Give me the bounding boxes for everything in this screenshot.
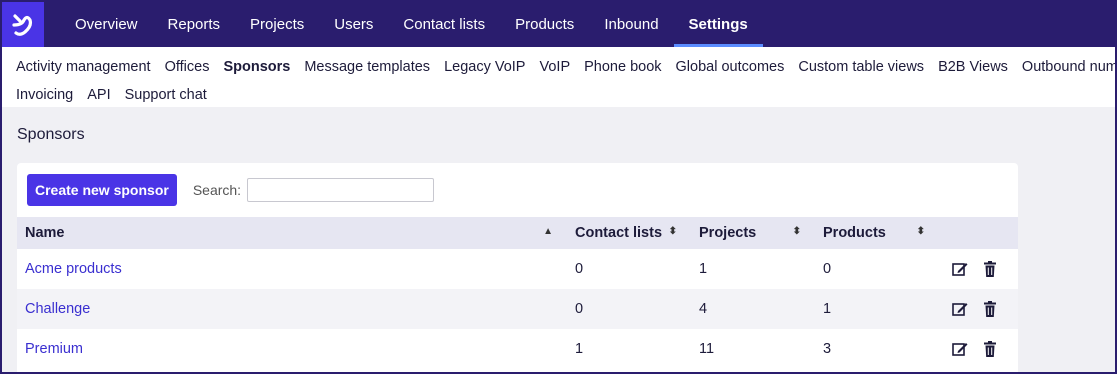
- subnav-support-chat[interactable]: Support chat: [125, 87, 207, 103]
- table-row: Challenge 0 4 1: [17, 289, 1018, 329]
- sponsor-name-link[interactable]: Premium: [25, 341, 83, 357]
- row-actions: [939, 289, 1018, 329]
- table-row: Acme products 0 1 0: [17, 249, 1018, 289]
- edit-icon[interactable]: [951, 300, 969, 318]
- subnav-outbound-numbers[interactable]: Outbound numbers: [1022, 59, 1115, 75]
- products-cell: 0: [823, 261, 832, 277]
- sponsor-name-link[interactable]: Challenge: [25, 301, 90, 317]
- sponsors-table: Name ▲ Contact lists ⬍ Projects ⬍ Produc…: [17, 217, 1018, 369]
- row-actions: [939, 249, 1018, 289]
- column-header-projects-label: Projects: [699, 225, 757, 241]
- column-header-products-label: Products: [823, 225, 886, 241]
- topnav-projects[interactable]: Projects: [235, 2, 319, 47]
- sort-asc-icon: ▲: [543, 226, 553, 237]
- topnav-users[interactable]: Users: [319, 2, 388, 47]
- app-window: Overview Reports Projects Users Contact …: [2, 2, 1115, 372]
- column-header-name-label: Name: [25, 225, 65, 241]
- trash-icon[interactable]: [981, 300, 999, 318]
- sort-icon: ⬍: [916, 226, 925, 237]
- subnav-api[interactable]: API: [87, 87, 110, 103]
- projects-cell: 1: [699, 261, 708, 277]
- contact-lists-cell: 0: [575, 261, 584, 277]
- trash-icon[interactable]: [981, 260, 999, 278]
- app-logo-icon[interactable]: [2, 2, 44, 47]
- contact-lists-cell: 0: [575, 301, 584, 317]
- subnav-invoicing[interactable]: Invoicing: [16, 87, 73, 103]
- subnav-voip[interactable]: VoIP: [539, 59, 570, 75]
- column-header-name[interactable]: Name ▲: [17, 217, 567, 249]
- table-row: Premium 1 11 3: [17, 329, 1018, 369]
- topnav-inbound[interactable]: Inbound: [589, 2, 673, 47]
- edit-icon[interactable]: [951, 260, 969, 278]
- sort-icon: ⬍: [792, 226, 801, 237]
- column-header-products[interactable]: Products ⬍: [815, 217, 939, 249]
- row-actions: [939, 329, 1018, 369]
- projects-cell: 4: [699, 301, 708, 317]
- subnav-global-outcomes[interactable]: Global outcomes: [676, 59, 785, 75]
- subnav-offices[interactable]: Offices: [165, 59, 210, 75]
- subnav-message-templates[interactable]: Message templates: [304, 59, 430, 75]
- trash-icon[interactable]: [981, 340, 999, 358]
- sponsors-card: Create new sponsor Search: Name ▲ Contac…: [17, 163, 1018, 372]
- settings-subnav: Activity management Offices Sponsors Mes…: [2, 47, 1115, 107]
- sort-icon: ⬍: [668, 226, 677, 237]
- subnav-activity-management[interactable]: Activity management: [16, 59, 151, 75]
- subnav-phone-book[interactable]: Phone book: [584, 59, 661, 75]
- contact-lists-cell: 1: [575, 341, 584, 357]
- search-input[interactable]: [247, 178, 435, 202]
- products-cell: 1: [823, 301, 832, 317]
- subnav-legacy-voip[interactable]: Legacy VoIP: [444, 59, 525, 75]
- subnav-b2b-views[interactable]: B2B Views: [938, 59, 1008, 75]
- column-header-projects[interactable]: Projects ⬍: [691, 217, 815, 249]
- topnav-overview[interactable]: Overview: [60, 2, 153, 47]
- top-navbar: Overview Reports Projects Users Contact …: [2, 2, 1115, 47]
- topnav-contact-lists[interactable]: Contact lists: [388, 2, 500, 47]
- table-header-row: Name ▲ Contact lists ⬍ Projects ⬍ Produc…: [17, 217, 1018, 249]
- sponsor-name-link[interactable]: Acme products: [25, 261, 122, 277]
- subnav-sponsors[interactable]: Sponsors: [223, 59, 290, 75]
- edit-icon[interactable]: [951, 340, 969, 358]
- create-sponsor-button[interactable]: Create new sponsor: [27, 174, 177, 206]
- column-header-actions: [939, 217, 1018, 249]
- projects-cell: 11: [699, 341, 715, 357]
- subnav-custom-table-views[interactable]: Custom table views: [798, 59, 924, 75]
- top-nav: Overview Reports Projects Users Contact …: [60, 2, 763, 47]
- search-label: Search:: [192, 182, 242, 198]
- page-title: Sponsors: [17, 126, 85, 143]
- topnav-settings[interactable]: Settings: [673, 2, 763, 47]
- topnav-products[interactable]: Products: [500, 2, 589, 47]
- table-toolbar: Create new sponsor Search:: [17, 163, 1018, 217]
- products-cell: 3: [823, 341, 832, 357]
- column-header-contact-lists-label: Contact lists: [575, 225, 663, 241]
- column-header-contact-lists[interactable]: Contact lists ⬍: [567, 217, 691, 249]
- topnav-reports[interactable]: Reports: [153, 2, 236, 47]
